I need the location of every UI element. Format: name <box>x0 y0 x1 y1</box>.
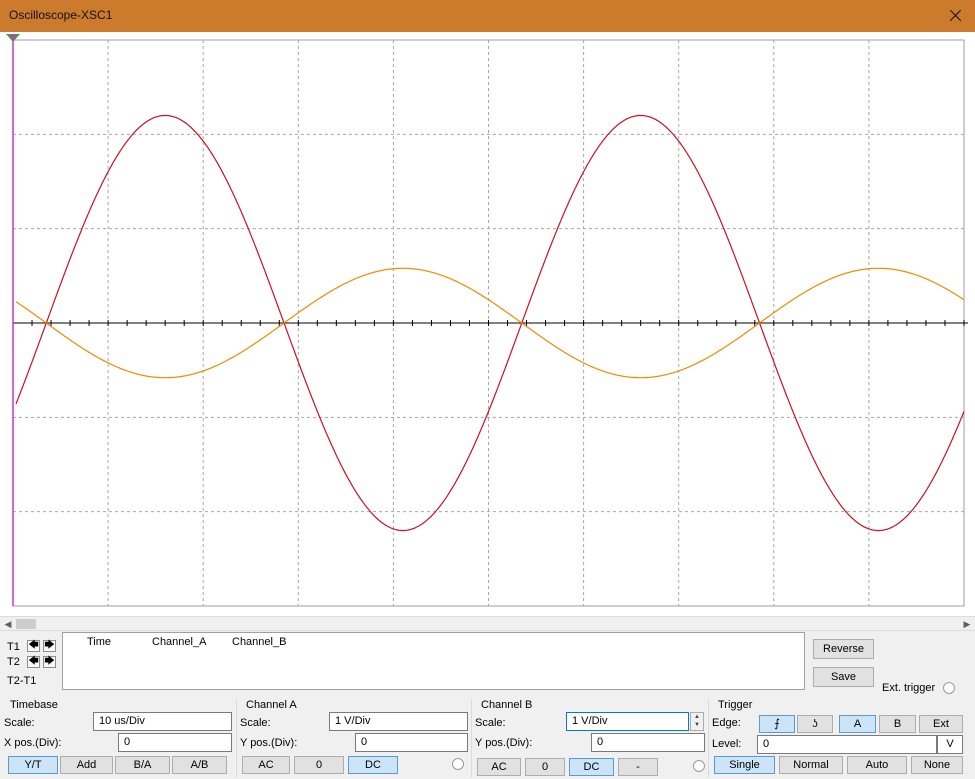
timebase-xpos-label: X pos.(Div): <box>4 737 62 749</box>
trigger-none-button[interactable]: None <box>911 756 963 774</box>
control-panel: Timebase Scale: 10 us/Div X pos.(Div): 0… <box>0 697 975 779</box>
channel-b-dc-button[interactable]: DC <box>569 758 614 776</box>
ext-trigger-terminal[interactable] <box>943 682 955 694</box>
trigger-edge-label: Edge: <box>712 717 741 729</box>
chevron-up-icon[interactable]: ▲ <box>691 713 703 721</box>
cursor-panel: T1 🡄 🡆 T2 🡄 🡆 T2-T1 Time Channel_A Chann… <box>0 632 975 698</box>
channel-a-scale-label: Scale: <box>240 717 271 729</box>
mode-ba-button[interactable]: B/A <box>115 756 170 774</box>
rising-edge-icon[interactable]: ⨍ <box>759 715 795 733</box>
chevron-down-icon[interactable]: ▼ <box>691 721 703 729</box>
channel-b-ypos-label: Y pos.(Div): <box>475 737 533 749</box>
screen-scrollbar[interactable]: ◀ ▶ <box>0 616 975 631</box>
mode-yt-button[interactable]: Y/T <box>8 756 58 774</box>
trigger-single-button[interactable]: Single <box>714 756 775 774</box>
falling-edge-icon[interactable]: ʖ <box>797 715 833 733</box>
channel-a-scale-field[interactable]: 1 V/Div <box>329 712 468 731</box>
chevron-left-icon[interactable]: ◀ <box>1 618 15 630</box>
channel-a-dc-button[interactable]: DC <box>348 756 398 774</box>
trigger-source-a-button[interactable]: A <box>839 715 876 733</box>
chevron-right-icon[interactable]: ▶ <box>960 618 974 630</box>
window-title: Oscilloscope-XSC1 <box>9 8 113 22</box>
channel-b-scale-field[interactable]: 1 V/Div <box>566 712 689 731</box>
channel-b-zero-button[interactable]: 0 <box>525 758 565 776</box>
trigger-source-b-button[interactable]: B <box>879 715 916 733</box>
channel-b-terminal[interactable] <box>693 760 705 772</box>
save-button[interactable]: Save <box>813 667 874 687</box>
channel-a-ypos-field[interactable]: 0 <box>355 733 468 752</box>
mode-ab-button[interactable]: A/B <box>172 756 227 774</box>
oscilloscope-screen[interactable] <box>0 32 975 616</box>
scrollbar-thumb[interactable] <box>16 619 36 629</box>
close-icon[interactable] <box>935 0 975 32</box>
arrow-left-icon[interactable]: 🡄 <box>27 656 40 668</box>
channel-b-ac-button[interactable]: AC <box>477 758 521 776</box>
timebase-xpos-field[interactable]: 0 <box>118 733 232 752</box>
cursor-t2t1-label: T2-T1 <box>7 675 37 687</box>
ext-trigger-label: Ext. trigger <box>882 682 936 694</box>
channel-a-zero-button[interactable]: 0 <box>294 756 344 774</box>
reverse-button[interactable]: Reverse <box>813 639 874 659</box>
arrow-right-icon[interactable]: 🡆 <box>43 640 56 652</box>
oscilloscope-plot <box>0 32 975 616</box>
channel-a-ac-button[interactable]: AC <box>242 756 290 774</box>
column-header-channel-a: Channel_A <box>152 636 207 648</box>
window-titlebar: Oscilloscope-XSC1 <box>0 0 975 32</box>
arrow-right-icon[interactable]: 🡆 <box>43 656 56 668</box>
trigger-normal-button[interactable]: Normal <box>779 756 843 774</box>
group-divider <box>708 699 709 777</box>
trigger-source-ext-button[interactable]: Ext <box>919 715 963 733</box>
channel-b-ypos-field[interactable]: 0 <box>591 733 705 752</box>
timebase-title: Timebase <box>10 699 58 711</box>
trigger-level-unit[interactable]: V <box>937 735 963 754</box>
channel-a-terminal[interactable] <box>452 758 464 770</box>
trigger-auto-button[interactable]: Auto <box>847 756 907 774</box>
column-header-time: Time <box>87 636 112 648</box>
group-divider <box>471 699 472 777</box>
channel-b-scale-label: Scale: <box>475 717 506 729</box>
group-divider <box>236 699 237 777</box>
channel-b-scale-stepper[interactable]: ▲ ▼ <box>690 712 704 731</box>
channel-b-invert-button[interactable]: - <box>618 758 658 776</box>
timebase-scale-field[interactable]: 10 us/Div <box>93 712 232 731</box>
arrow-left-icon[interactable]: 🡄 <box>27 640 40 652</box>
cursor-t1-label: T1 <box>7 641 20 653</box>
cursor-readout-table: Time Channel_A Channel_B <box>62 632 805 690</box>
mode-add-button[interactable]: Add <box>60 756 113 774</box>
column-header-channel-b: Channel_B <box>232 636 287 648</box>
trigger-title: Trigger <box>718 699 753 711</box>
timebase-scale-label: Scale: <box>4 717 35 729</box>
trigger-level-field[interactable]: 0 <box>757 735 937 754</box>
trigger-level-label: Level: <box>712 738 742 750</box>
cursor-t2-label: T2 <box>7 656 20 668</box>
channel-b-title: Channel B <box>481 699 533 711</box>
channel-a-ypos-label: Y pos.(Div): <box>240 737 298 749</box>
channel-a-title: Channel A <box>246 699 297 711</box>
